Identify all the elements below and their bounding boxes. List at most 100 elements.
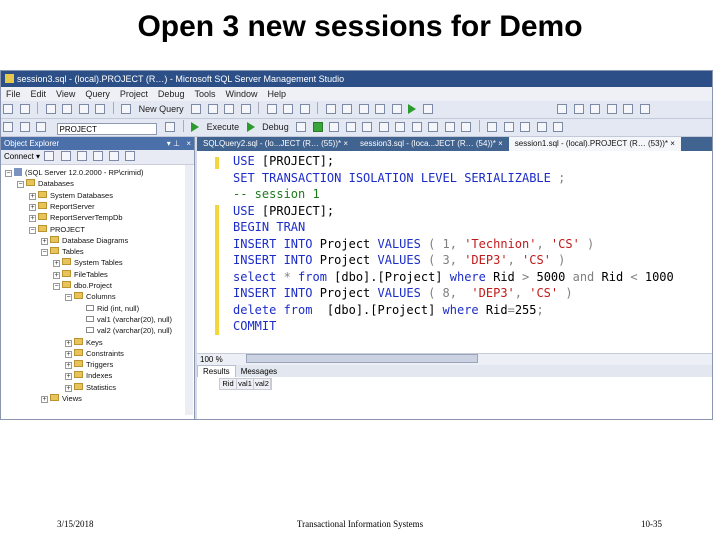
results-column-header[interactable]: val1 <box>237 379 254 389</box>
copy-icon[interactable] <box>283 104 294 114</box>
new-query-button[interactable]: New Query <box>136 101 187 118</box>
expand-icon[interactable]: + <box>65 362 72 370</box>
pin-icon[interactable]: ▾ ⊥ <box>167 137 180 150</box>
xmla-query-icon[interactable] <box>224 104 235 114</box>
cancel-query-icon[interactable] <box>296 122 307 132</box>
template-explorer-icon[interactable] <box>606 104 617 114</box>
filter-icon[interactable] <box>92 151 103 161</box>
back-icon[interactable] <box>3 104 13 114</box>
menu-item-file[interactable]: File <box>1 87 26 101</box>
redo-icon[interactable] <box>342 104 353 114</box>
parse-icon[interactable] <box>312 122 323 132</box>
navigate-icon[interactable] <box>358 104 369 114</box>
activity-monitor-icon[interactable] <box>125 151 136 161</box>
sql-code-editor[interactable]: USE [PROJECT]; SET TRANSACTION ISOLATION … <box>197 151 712 353</box>
expand-icon[interactable]: + <box>65 373 72 381</box>
collapse-icon[interactable]: − <box>5 170 12 177</box>
disconnect-icon[interactable] <box>60 151 71 161</box>
expand-icon[interactable]: + <box>41 396 48 403</box>
query-options-icon[interactable] <box>362 122 373 132</box>
stop-icon[interactable] <box>76 151 87 161</box>
expand-icon[interactable]: + <box>65 384 72 392</box>
menu-item-edit[interactable]: Edit <box>26 87 52 101</box>
open-file-icon[interactable] <box>62 104 73 114</box>
config-icon[interactable] <box>422 104 433 114</box>
collapse-icon[interactable]: − <box>41 249 48 257</box>
tree-node[interactable]: + Statistics <box>65 382 116 393</box>
find-icon[interactable] <box>375 104 386 114</box>
collapse-icon[interactable]: − <box>29 226 36 234</box>
new-project-icon[interactable] <box>45 104 56 114</box>
execute-icon[interactable] <box>191 122 200 132</box>
results-column-header[interactable]: val2 <box>254 379 271 389</box>
actual-plan-icon[interactable] <box>395 122 406 132</box>
menu-item-query[interactable]: Query <box>80 87 115 101</box>
tree-node[interactable]: − Databases <box>17 179 74 189</box>
tree-node[interactable]: + Views <box>41 394 82 404</box>
comment-icon[interactable] <box>487 122 498 132</box>
uncomment-icon[interactable] <box>503 122 514 132</box>
menu-item-debug[interactable]: Debug <box>153 87 190 101</box>
tree-node[interactable]: + ReportServerTempDb <box>29 213 123 223</box>
options-icon[interactable] <box>640 104 650 114</box>
tree-node[interactable]: + System Tables <box>53 258 123 268</box>
display-plan-icon[interactable] <box>329 122 340 132</box>
decrease-indent-icon[interactable] <box>520 122 531 132</box>
expand-icon[interactable]: + <box>41 237 48 245</box>
collapse-icon[interactable]: − <box>65 294 72 302</box>
tree-node[interactable]: + System Databases <box>29 190 113 201</box>
change-connection-icon[interactable] <box>36 122 47 132</box>
expand-icon[interactable]: + <box>65 350 72 358</box>
increase-indent-icon[interactable] <box>536 122 547 132</box>
expand-icon[interactable]: + <box>53 271 60 279</box>
solution-icon[interactable] <box>391 104 402 114</box>
tree-node[interactable]: + FileTables <box>53 269 108 280</box>
object-explorer-scrollbar[interactable] <box>185 165 193 415</box>
tree-node[interactable]: + Keys <box>65 337 103 348</box>
menu-item-help[interactable]: Help <box>262 87 291 101</box>
dax-query-icon[interactable] <box>240 104 251 114</box>
toolbox-icon[interactable] <box>623 104 634 114</box>
refresh-icon[interactable] <box>109 151 120 161</box>
menu-item-tools[interactable]: Tools <box>189 87 220 101</box>
available-databases-select[interactable]: PROJECT <box>56 123 157 135</box>
connect-button[interactable]: Connect ▾ <box>4 152 40 161</box>
tree-node[interactable]: − dbo.Project <box>53 281 112 291</box>
horizontal-scrollbar[interactable] <box>246 354 478 363</box>
results-text-icon[interactable] <box>428 122 439 132</box>
expand-icon[interactable]: + <box>53 260 60 268</box>
tree-node[interactable]: Rid (int, null) <box>77 304 139 314</box>
tree-node[interactable]: + Indexes <box>65 371 112 381</box>
document-tab[interactable]: session1.sql - (local).PROJECT (R… (53))… <box>508 137 681 151</box>
specify-values-icon[interactable] <box>553 122 564 132</box>
debug-button[interactable]: Debug <box>259 119 292 136</box>
tree-node[interactable]: + Constraints <box>65 348 124 359</box>
tree-node[interactable]: val2 (varchar(20), null) <box>77 326 172 336</box>
client-stats-icon[interactable] <box>411 122 422 132</box>
tree-node[interactable]: − Tables <box>41 247 84 257</box>
execute-button[interactable]: Execute <box>204 119 243 136</box>
close-icon[interactable]: × <box>186 137 191 150</box>
menu-item-window[interactable]: Window <box>220 87 262 101</box>
document-tab[interactable]: session3.sql - (loca...JECT (R… (54))* × <box>354 137 509 151</box>
collapse-icon[interactable]: − <box>53 283 60 290</box>
query-designer-icon[interactable] <box>345 122 356 132</box>
tree-node[interactable]: − Columns <box>65 292 116 302</box>
forward-icon[interactable] <box>19 104 30 114</box>
menu-item-project[interactable]: Project <box>115 87 153 101</box>
tree-node[interactable]: − (SQL Server 12.0.2000 - RP\crimid) <box>5 168 144 178</box>
start-debug-icon[interactable] <box>408 104 417 114</box>
menu-item-view[interactable]: View <box>51 87 80 101</box>
expand-icon[interactable]: + <box>29 203 36 211</box>
tree-node[interactable]: − PROJECT <box>29 224 85 235</box>
save-all-icon[interactable] <box>95 104 106 114</box>
document-tab[interactable]: SQLQuery2.sql - (lo...JECT (R… (55))* × <box>197 137 354 151</box>
tree-node[interactable]: + ReportServer <box>29 201 95 212</box>
results-file-icon[interactable] <box>461 122 472 132</box>
expand-icon[interactable]: + <box>29 215 36 223</box>
dmx-query-icon[interactable] <box>207 104 218 114</box>
collapse-icon[interactable]: − <box>17 181 24 189</box>
expand-icon[interactable]: + <box>29 192 36 200</box>
disconnect-icon[interactable] <box>19 122 30 132</box>
connect-icon[interactable] <box>44 151 55 161</box>
